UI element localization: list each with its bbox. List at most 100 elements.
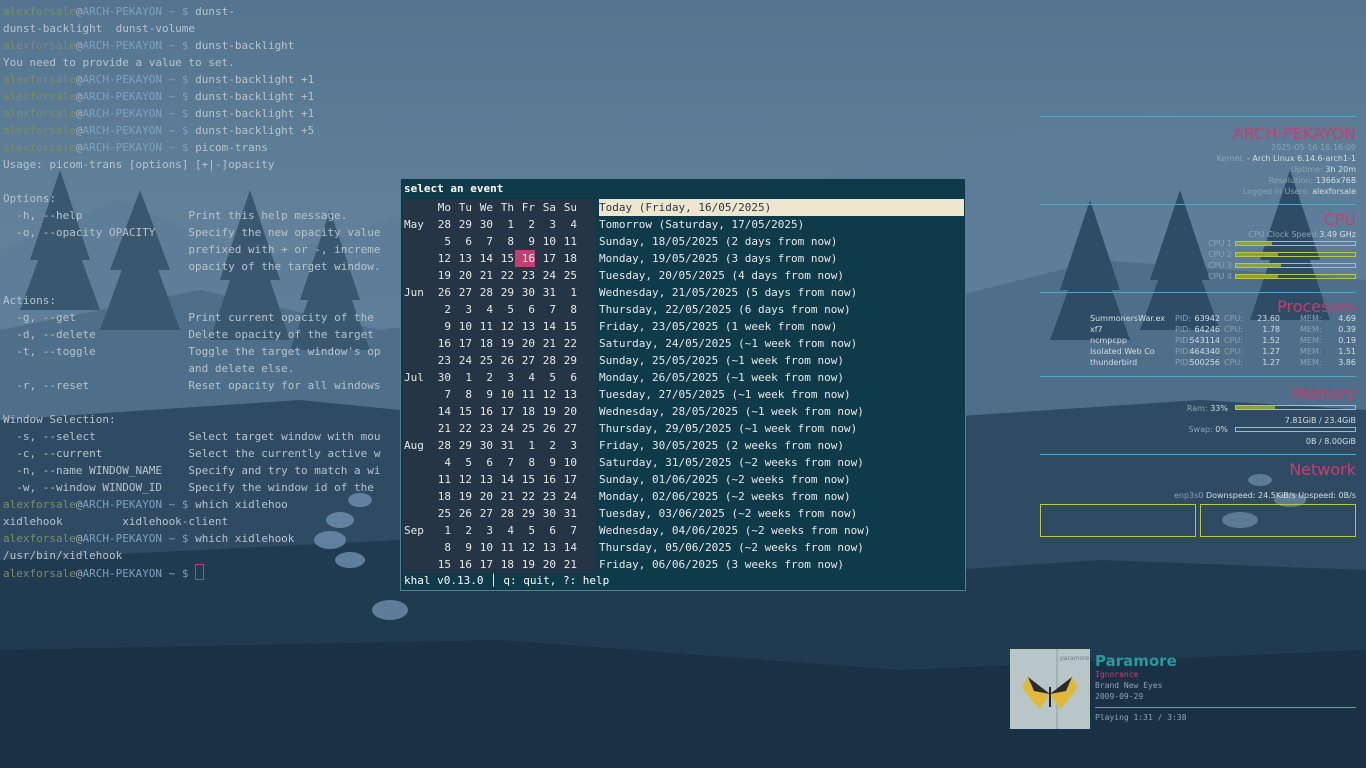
calendar-day[interactable]: 7 [473, 233, 493, 250]
event-item[interactable]: Sunday, 01/06/2025 (~2 weeks from now) [599, 471, 964, 488]
calendar-day[interactable]: 6 [452, 233, 472, 250]
event-item[interactable]: Friday, 06/06/2025 (3 weeks from now) [599, 556, 964, 573]
event-item[interactable]: Friday, 30/05/2025 (2 weeks from now) [599, 437, 964, 454]
calendar-day[interactable]: 24 [536, 267, 556, 284]
calendar-day[interactable]: 25 [557, 267, 577, 284]
event-item[interactable]: Wednesday, 04/06/2025 (~2 weeks from now… [599, 522, 964, 539]
calendar-day[interactable]: 31 [494, 437, 514, 454]
calendar-day[interactable]: 26 [494, 352, 514, 369]
calendar-day[interactable]: 16 [431, 335, 451, 352]
calendar-day[interactable]: 9 [515, 233, 535, 250]
event-item[interactable]: Saturday, 31/05/2025 (~2 weeks from now) [599, 454, 964, 471]
event-item[interactable]: Saturday, 24/05/2025 (~1 week from now) [599, 335, 964, 352]
calendar-day[interactable]: 15 [494, 250, 514, 267]
calendar-day[interactable]: 23 [473, 420, 493, 437]
calendar-day[interactable]: 3 [536, 216, 556, 233]
khal-window[interactable]: select an event Mo Tu We Th Fr Sa Su May 28 29 30 1… [400, 178, 966, 591]
calendar-day[interactable]: 4 [473, 301, 493, 318]
calendar-day[interactable]: 28 [536, 352, 556, 369]
calendar-day[interactable]: 21 [557, 556, 577, 573]
calendar-day[interactable]: 26 [536, 420, 556, 437]
calendar-day[interactable]: 30 [431, 369, 451, 386]
calendar-day[interactable]: 22 [452, 420, 472, 437]
calendar-day[interactable]: 28 [431, 437, 451, 454]
calendar-day[interactable]: 29 [494, 284, 514, 301]
calendar-day[interactable]: 18 [494, 556, 514, 573]
calendar-day[interactable]: 17 [557, 471, 577, 488]
calendar-day[interactable]: 6 [473, 454, 493, 471]
calendar-day[interactable]: 24 [452, 352, 472, 369]
calendar-day[interactable]: 16 [473, 403, 493, 420]
calendar-day[interactable]: 29 [452, 437, 472, 454]
calendar-day[interactable]: 14 [473, 250, 493, 267]
calendar-day[interactable]: 27 [473, 505, 493, 522]
calendar-day[interactable]: 14 [431, 403, 451, 420]
calendar-day[interactable]: 12 [536, 386, 556, 403]
event-item-selected[interactable]: Today (Friday, 16/05/2025) [599, 199, 964, 216]
calendar-day[interactable]: 14 [494, 471, 514, 488]
calendar-today[interactable]: 16 [515, 250, 535, 267]
calendar-day[interactable]: 23 [515, 267, 535, 284]
calendar-day[interactable]: 30 [515, 284, 535, 301]
event-item[interactable]: Thursday, 29/05/2025 (~1 week from now) [599, 420, 964, 437]
calendar-day[interactable]: 12 [494, 318, 514, 335]
calendar-day[interactable]: 31 [557, 505, 577, 522]
event-item[interactable]: Tuesday, 27/05/2025 (~1 week from now) [599, 386, 964, 403]
calendar-day[interactable]: 29 [557, 352, 577, 369]
calendar-day[interactable]: 12 [431, 250, 451, 267]
calendar-day[interactable]: 20 [536, 556, 556, 573]
calendar-day[interactable]: 22 [515, 488, 535, 505]
calendar-day[interactable]: 4 [557, 216, 577, 233]
calendar-day[interactable]: 17 [452, 335, 472, 352]
calendar-day[interactable]: 1 [494, 216, 514, 233]
calendar-day[interactable]: 17 [494, 403, 514, 420]
calendar-day[interactable]: 3 [473, 522, 493, 539]
calendar-day[interactable]: 25 [473, 352, 493, 369]
calendar-day[interactable]: 10 [473, 539, 493, 556]
calendar-day[interactable]: 15 [431, 556, 451, 573]
calendar-day[interactable]: 13 [515, 318, 535, 335]
event-item[interactable]: Thursday, 05/06/2025 (~2 weeks from now) [599, 539, 964, 556]
event-item[interactable]: Wednesday, 21/05/2025 (5 days from now) [599, 284, 964, 301]
calendar-day[interactable]: 1 [431, 522, 451, 539]
calendar-day[interactable]: 30 [473, 437, 493, 454]
calendar[interactable]: Mo Tu We Th Fr Sa Su May 28 29 30 1 2 3 4 5 6 7 8 9 10 11 12 13… [404, 199, 596, 573]
calendar-day[interactable]: 28 [494, 505, 514, 522]
event-item[interactable]: Monday, 02/06/2025 (~2 weeks from now) [599, 488, 964, 505]
calendar-day[interactable]: 4 [515, 369, 535, 386]
event-item[interactable]: Sunday, 25/05/2025 (~1 week from now) [599, 352, 964, 369]
event-item[interactable]: Thursday, 22/05/2025 (6 days from now) [599, 301, 964, 318]
calendar-day[interactable]: 11 [557, 233, 577, 250]
calendar-day[interactable]: 4 [494, 522, 514, 539]
calendar-day[interactable]: 2 [452, 522, 472, 539]
calendar-day[interactable]: 18 [431, 488, 451, 505]
calendar-day[interactable]: 20 [452, 267, 472, 284]
calendar-day[interactable]: 12 [452, 471, 472, 488]
calendar-day[interactable]: 15 [452, 403, 472, 420]
calendar-day[interactable]: 3 [494, 369, 514, 386]
calendar-day[interactable]: 9 [431, 318, 451, 335]
calendar-day[interactable]: 14 [536, 318, 556, 335]
calendar-day[interactable]: 13 [452, 250, 472, 267]
calendar-day[interactable]: 30 [536, 505, 556, 522]
calendar-day[interactable]: 7 [431, 386, 451, 403]
calendar-day[interactable]: 12 [515, 539, 535, 556]
calendar-day[interactable]: 27 [515, 352, 535, 369]
event-item[interactable]: Monday, 26/05/2025 (~1 week from now) [599, 369, 964, 386]
calendar-day[interactable]: 14 [557, 539, 577, 556]
calendar-day[interactable]: 8 [557, 301, 577, 318]
calendar-day[interactable]: 23 [536, 488, 556, 505]
event-item[interactable]: Tuesday, 03/06/2025 (~2 weeks from now) [599, 505, 964, 522]
calendar-day[interactable]: 13 [557, 386, 577, 403]
calendar-day[interactable]: 19 [452, 488, 472, 505]
calendar-day[interactable]: 6 [515, 301, 535, 318]
calendar-day[interactable]: 7 [494, 454, 514, 471]
calendar-day[interactable]: 2 [431, 301, 451, 318]
calendar-day[interactable]: 9 [536, 454, 556, 471]
calendar-day[interactable]: 5 [536, 369, 556, 386]
calendar-day[interactable]: 19 [494, 335, 514, 352]
event-item[interactable]: Monday, 19/05/2025 (3 days from now) [599, 250, 964, 267]
calendar-day[interactable]: 17 [473, 556, 493, 573]
calendar-day[interactable]: 7 [536, 301, 556, 318]
calendar-day[interactable]: 19 [536, 403, 556, 420]
